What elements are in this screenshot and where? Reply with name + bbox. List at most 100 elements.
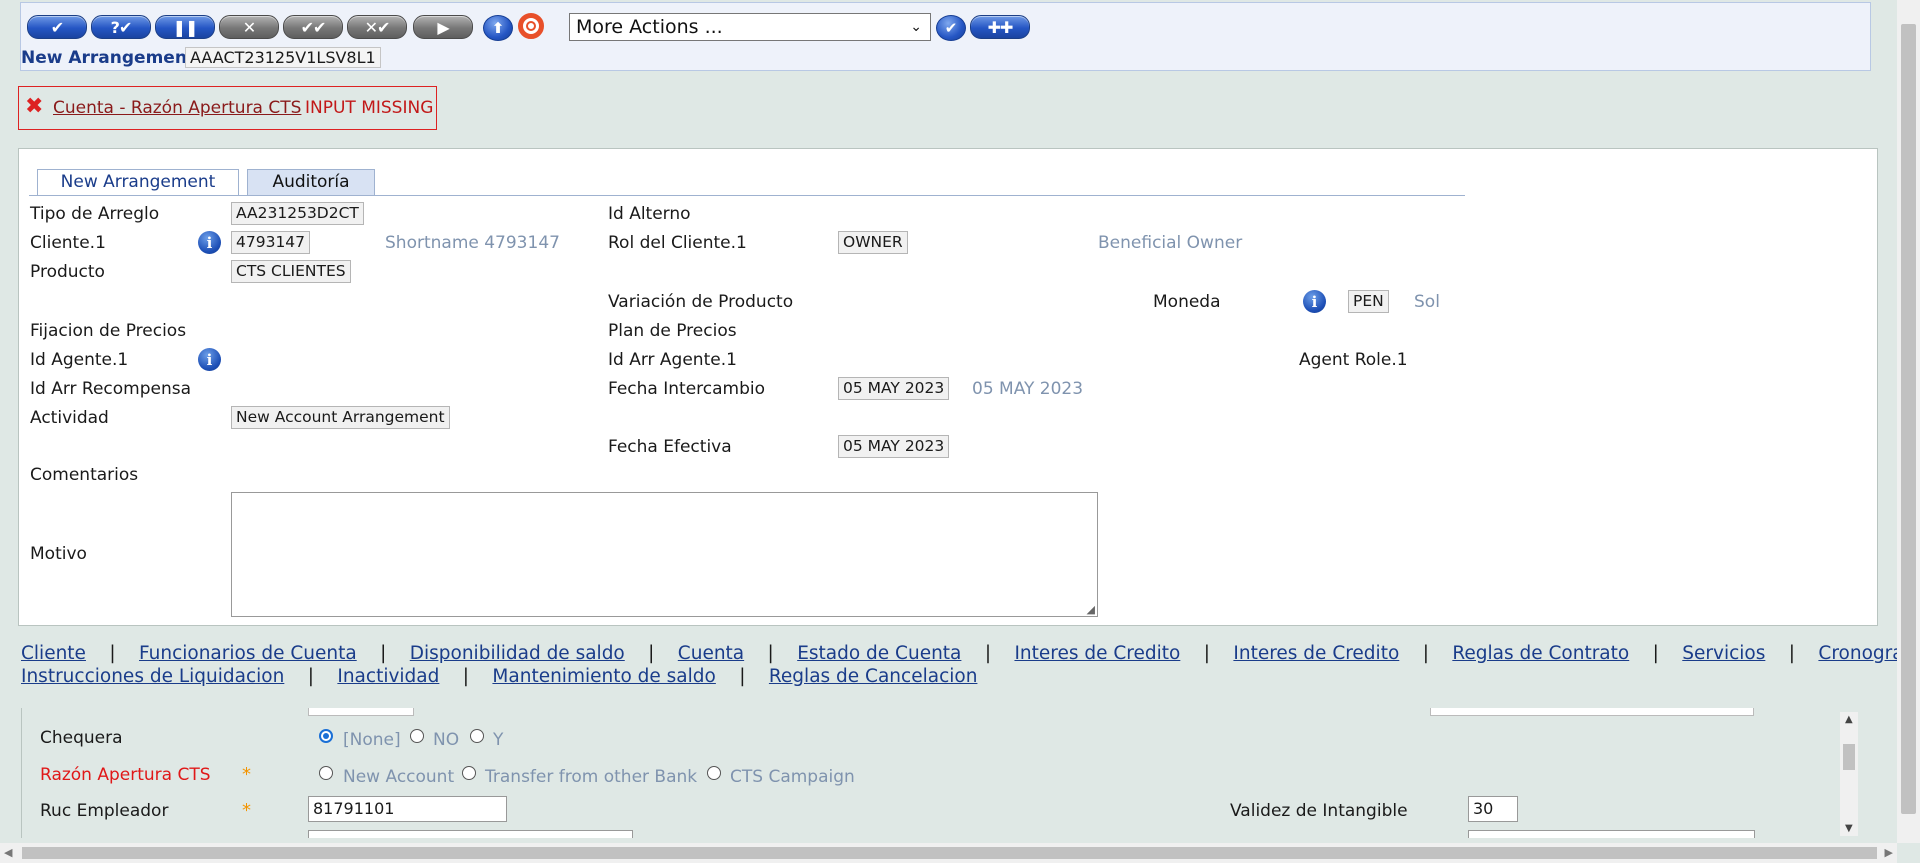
variacion-producto-label: Variación de Producto [608, 292, 794, 312]
account-details-panel: Chequera [None] NO Y Razón Apertura CTS … [21, 708, 1837, 838]
link-separator: | [767, 643, 774, 664]
link-separator: | [109, 643, 116, 664]
scroll-down-icon[interactable]: ▼ [1845, 823, 1853, 834]
scroll-up-icon[interactable]: ▲ [1845, 714, 1853, 725]
fecha-intercambio-label: Fecha Intercambio [608, 379, 766, 399]
more-actions-select[interactable]: More Actions ... ⌄ [569, 13, 931, 41]
link-servicios[interactable]: Servicios [1682, 643, 1765, 664]
hold-button[interactable]: ❚❚ [155, 15, 215, 39]
tab-auditoria[interactable]: Auditoría [247, 169, 375, 196]
authorise-button[interactable]: ✔✔ [283, 15, 343, 39]
inner-scrollbar[interactable]: ▲ ▼ [1840, 712, 1858, 836]
info-icon[interactable]: i [198, 348, 221, 371]
cliente-label: Cliente.1 [30, 233, 106, 253]
actividad-value: New Account Arrangement [231, 406, 450, 429]
link-separator: | [1788, 643, 1795, 664]
razon-radio-cts-campaign[interactable] [707, 766, 721, 780]
partial-input[interactable] [1468, 830, 1755, 838]
fecha-efectiva-label: Fecha Efectiva [608, 437, 732, 457]
chequera-radio-none[interactable] [319, 729, 333, 743]
info-icon[interactable]: i [1303, 290, 1326, 313]
required-icon: * [242, 764, 251, 785]
resize-handle-icon[interactable]: ◢ [1087, 603, 1095, 616]
link-separator: | [739, 666, 746, 687]
lifebuoy-icon [526, 21, 536, 31]
check-icon: ✔ [944, 19, 958, 37]
partial-input[interactable] [1430, 708, 1754, 716]
add-button[interactable]: ✚✚ [970, 15, 1030, 39]
agent-role-label: Agent Role.1 [1299, 350, 1408, 370]
link-estado-cuenta[interactable]: Estado de Cuenta [797, 643, 961, 664]
question-check-icon: ?✔ [110, 17, 133, 37]
moneda-label: Moneda [1153, 292, 1221, 312]
commit-button[interactable]: ✔ [27, 15, 87, 39]
chequera-option-no: NO [433, 730, 460, 750]
link-interes-credito-2[interactable]: Interes de Credito [1233, 643, 1399, 664]
page-scrollbar[interactable] [1897, 0, 1920, 843]
partial-input[interactable] [308, 830, 633, 838]
reverse-button[interactable]: ✕✔ [347, 15, 407, 39]
plan-precios-label: Plan de Precios [608, 321, 737, 341]
link-reglas-cancelacion[interactable]: Reglas de Cancelacion [769, 666, 978, 687]
scroll-right-icon[interactable]: ▶ [1885, 846, 1893, 859]
error-icon: ✖ [25, 94, 44, 119]
link-separator: | [984, 643, 992, 664]
error-box: ✖ Cuenta - Razón Apertura CTS INPUT MISS… [18, 86, 437, 130]
id-arr-agente-label: Id Arr Agente.1 [608, 350, 737, 370]
scroll-thumb[interactable] [1843, 744, 1855, 770]
link-cliente[interactable]: Cliente [21, 643, 86, 664]
scroll-left-icon[interactable]: ◀ [4, 846, 12, 859]
razon-radio-new-account[interactable] [319, 766, 333, 780]
error-message: INPUT MISSING [305, 98, 434, 118]
razon-option-cts-campaign: CTS Campaign [730, 767, 855, 787]
tipo-arreglo-label: Tipo de Arreglo [30, 204, 160, 224]
moneda-desc: Sol [1414, 292, 1440, 312]
error-field-link[interactable]: Cuenta - Razón Apertura CTS [53, 98, 301, 118]
link-separator: | [307, 666, 314, 687]
link-reglas-contrato[interactable]: Reglas de Contrato [1452, 643, 1629, 664]
pause-icon: ❚❚ [172, 17, 199, 37]
arrangement-panel: New Arrangement Auditoría Tipo de Arregl… [18, 148, 1878, 626]
link-disponibilidad-saldo[interactable]: Disponibilidad de saldo [410, 643, 625, 664]
help-button[interactable] [518, 13, 544, 39]
section-links: Cliente | Funcionarios de Cuenta | Dispo… [21, 643, 1920, 664]
info-icon[interactable]: i [198, 231, 221, 254]
arrangement-label: New Arrangement [21, 48, 196, 68]
link-funcionarios-cuenta[interactable]: Funcionarios de Cuenta [139, 643, 357, 664]
razon-radio-transfer[interactable] [462, 766, 476, 780]
link-inactividad[interactable]: Inactividad [337, 666, 439, 687]
id-alterno-label: Id Alterno [608, 204, 691, 224]
motivo-textarea[interactable]: ◢ [231, 492, 1098, 617]
validate-button[interactable]: ?✔ [91, 15, 151, 39]
id-agente-label: Id Agente.1 [30, 350, 129, 370]
comentarios-label: Comentarios [30, 465, 139, 485]
link-separator: | [1652, 643, 1659, 664]
partial-input[interactable] [308, 708, 414, 716]
producto-value: CTS CLIENTES [231, 260, 351, 283]
rol-cliente-label: Rol del Cliente.1 [608, 233, 747, 253]
go-button[interactable]: ✔ [936, 15, 966, 41]
delete-button[interactable]: ✕ [219, 15, 279, 39]
link-separator: | [1203, 643, 1210, 664]
close-icon: ✕ [242, 17, 256, 37]
cliente-value: 4793147 [231, 231, 311, 254]
validez-intangible-label: Validez de Intangible [1230, 801, 1408, 821]
validez-intangible-input[interactable]: 30 [1468, 796, 1518, 822]
razon-option-transfer: Transfer from other Bank [485, 767, 698, 787]
link-mantenimiento-saldo[interactable]: Mantenimiento de saldo [492, 666, 715, 687]
horizontal-scroll-thumb[interactable] [22, 847, 1877, 859]
link-interes-credito[interactable]: Interes de Credito [1014, 643, 1180, 664]
ruc-empleador-input[interactable]: 81791101 [308, 796, 507, 822]
check-icon: ✔ [50, 17, 64, 37]
chequera-radio-y[interactable] [470, 729, 484, 743]
link-cuenta[interactable]: Cuenta [678, 643, 744, 664]
next-button[interactable]: ▶ [413, 15, 473, 39]
up-arrow-icon: ⬆ [491, 19, 505, 37]
required-icon: * [242, 800, 251, 821]
page-scroll-thumb[interactable] [1901, 24, 1916, 814]
tab-new-arrangement[interactable]: New Arrangement [37, 169, 239, 196]
horizontal-scrollbar[interactable]: ◀ ▶ [0, 843, 1897, 863]
link-instrucciones-liquidacion[interactable]: Instrucciones de Liquidacion [21, 666, 284, 687]
chequera-radio-no[interactable] [410, 729, 424, 743]
up-arrow-button[interactable]: ⬆ [483, 15, 513, 41]
